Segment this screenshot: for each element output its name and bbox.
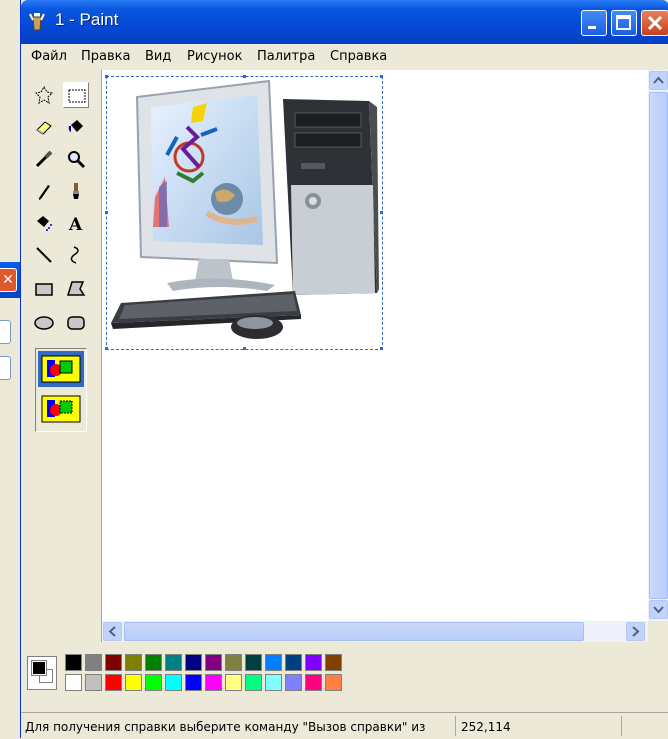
ellipse-icon[interactable]: [31, 310, 57, 336]
color-swatch[interactable]: [165, 654, 182, 671]
vertical-scroll-thumb[interactable]: [649, 92, 668, 599]
color-swatch[interactable]: [245, 654, 262, 671]
vertical-scrollbar[interactable]: [648, 70, 668, 621]
color-swatch[interactable]: [265, 654, 282, 671]
color-swatch[interactable]: [225, 654, 242, 671]
color-swatch[interactable]: [105, 674, 122, 691]
eraser-icon[interactable]: [31, 114, 57, 140]
menu-image[interactable]: Рисунок: [187, 49, 242, 64]
minimize-button[interactable]: [581, 10, 607, 36]
status-bar: Для получения справки выберите команду "…: [21, 712, 668, 739]
color-swatch[interactable]: [285, 654, 302, 671]
opaque-selection-icon[interactable]: [38, 351, 84, 387]
free-select-icon[interactable]: [31, 82, 57, 108]
color-swatch[interactable]: [145, 654, 162, 671]
menu-colors[interactable]: Палитра: [257, 49, 315, 64]
resize-handle[interactable]: [380, 75, 383, 78]
paint-app-icon[interactable]: [27, 12, 47, 32]
color-swatch[interactable]: [205, 674, 222, 691]
resize-handle[interactable]: [243, 75, 246, 78]
window-title: 1 - Paint: [55, 10, 119, 29]
rect-select-icon[interactable]: [63, 82, 89, 108]
line-icon[interactable]: [31, 242, 57, 268]
polygon-icon[interactable]: [63, 276, 89, 302]
title-bar[interactable]: 1 - Paint: [21, 0, 668, 44]
current-colors: [27, 656, 57, 690]
resize-handle[interactable]: [243, 347, 246, 350]
rounded-rect-icon[interactable]: [63, 310, 89, 336]
maximize-button[interactable]: [611, 10, 637, 36]
scroll-corner: [648, 621, 668, 642]
paint-window: 1 - Paint Файл Правка Вид Рисунок Палитр…: [20, 0, 668, 739]
fill-icon[interactable]: [63, 114, 89, 140]
status-text: Для получения справки выберите команду "…: [25, 720, 426, 734]
color-swatch[interactable]: [85, 674, 102, 691]
close-button[interactable]: [641, 10, 668, 36]
menu-help[interactable]: Справка: [330, 49, 387, 64]
menu-edit[interactable]: Правка: [81, 49, 130, 64]
drawing-canvas[interactable]: [102, 70, 648, 621]
color-swatch[interactable]: [285, 674, 302, 691]
color-swatch[interactable]: [65, 654, 82, 671]
color-swatch[interactable]: [145, 674, 162, 691]
background-window: ✕: [0, 0, 21, 738]
tool-options: [35, 348, 87, 432]
horizontal-scrollbar[interactable]: [102, 621, 648, 642]
chevron-left-icon: [108, 626, 116, 637]
background-window-control[interactable]: [0, 320, 11, 344]
color-swatch[interactable]: [125, 654, 142, 671]
selection-rectangle[interactable]: [105, 75, 383, 350]
toolbox: A: [21, 70, 102, 642]
pencil-icon[interactable]: [31, 178, 57, 204]
color-swatch[interactable]: [325, 654, 342, 671]
color-swatch[interactable]: [265, 674, 282, 691]
background-window-control[interactable]: [0, 356, 11, 380]
color-swatch[interactable]: [245, 674, 262, 691]
scroll-left-button[interactable]: [103, 622, 122, 641]
resize-handle[interactable]: [380, 347, 383, 350]
transparent-selection-icon[interactable]: [38, 391, 84, 427]
color-swatch[interactable]: [165, 674, 182, 691]
color-swatch[interactable]: [205, 654, 222, 671]
text-icon[interactable]: A: [63, 210, 89, 236]
chevron-down-icon: [653, 606, 664, 614]
computer-image: [111, 79, 379, 339]
scroll-down-button[interactable]: [649, 600, 668, 619]
color-swatch[interactable]: [185, 674, 202, 691]
foreground-color: [31, 660, 47, 676]
color-swatch[interactable]: [105, 654, 122, 671]
color-swatch[interactable]: [125, 674, 142, 691]
horizontal-scroll-thumb[interactable]: [124, 622, 584, 641]
svg-text:A: A: [68, 215, 83, 233]
color-swatch[interactable]: [225, 674, 242, 691]
curve-icon[interactable]: [63, 242, 89, 268]
menu-view[interactable]: Вид: [145, 49, 171, 64]
color-swatch[interactable]: [305, 674, 322, 691]
menu-bar: Файл Правка Вид Рисунок Палитра Справка: [21, 44, 668, 70]
airbrush-icon[interactable]: [31, 210, 57, 236]
menu-file[interactable]: Файл: [31, 49, 67, 64]
resize-handle[interactable]: [380, 211, 383, 214]
color-palette: [21, 644, 668, 698]
chevron-right-icon: [632, 626, 640, 637]
color-swatch[interactable]: [65, 674, 82, 691]
color-swatch[interactable]: [305, 654, 322, 671]
scroll-right-button[interactable]: [626, 622, 645, 641]
color-swatch[interactable]: [325, 674, 342, 691]
cursor-coordinates: 252,114: [461, 720, 511, 734]
resize-handle[interactable]: [105, 211, 108, 214]
brush-icon[interactable]: [63, 178, 89, 204]
rectangle-icon[interactable]: [31, 276, 57, 302]
picker-icon[interactable]: [31, 146, 57, 172]
status-divider: [621, 716, 622, 736]
chevron-up-icon: [653, 76, 664, 84]
resize-handle[interactable]: [105, 347, 108, 350]
status-divider: [455, 716, 456, 736]
color-swatch[interactable]: [85, 654, 102, 671]
resize-handle[interactable]: [105, 75, 108, 78]
background-window-close-button[interactable]: ✕: [0, 268, 17, 292]
color-swatch[interactable]: [185, 654, 202, 671]
magnifier-icon[interactable]: [63, 146, 89, 172]
scroll-up-button[interactable]: [649, 71, 668, 90]
